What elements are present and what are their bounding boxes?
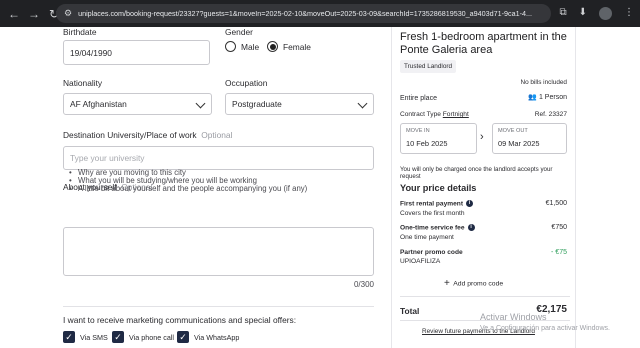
first-rental-sub: Covers the first month <box>400 210 465 217</box>
marketing-label: I want to receive marketing communicatio… <box>63 315 297 325</box>
move-out-box[interactable]: MOVE OUT 09 Mar 2025 <box>492 123 567 154</box>
site-info-icon[interactable]: ⚙ <box>64 8 72 19</box>
persons-count: 1 Person <box>538 94 567 101</box>
university-placeholder: Type your university <box>70 153 145 163</box>
via-phone-label: Via phone call <box>129 332 175 342</box>
divider <box>63 306 374 307</box>
windows-activation-watermark: Activar Windows Ve a Configuración para … <box>480 312 610 334</box>
about-hints: Why are you moving to this city What you… <box>69 168 307 194</box>
info-icon[interactable]: i <box>467 224 475 231</box>
contract-type-link[interactable]: Fortnight <box>443 111 469 118</box>
first-rental-label: First rental payment i <box>400 200 474 208</box>
back-arrow-icon[interactable]: ← <box>8 8 20 20</box>
first-rental-value: €1,500 <box>545 200 567 207</box>
nationality-select[interactable]: AF Afghanistan <box>63 93 212 115</box>
about-textarea[interactable] <box>63 227 374 276</box>
gender-male-label: Male <box>241 41 260 52</box>
via-phone-checkbox[interactable]: ✓ Via phone call <box>112 331 174 343</box>
nationality-label: Nationality <box>63 78 103 88</box>
via-whatsapp-label: Via WhatsApp <box>194 332 240 342</box>
gender-label: Gender <box>225 27 253 37</box>
move-out-value: 09 Mar 2025 <box>498 139 540 148</box>
forward-arrow-icon[interactable]: → <box>28 8 40 20</box>
charge-note: You will only be charged once the landlo… <box>400 166 553 180</box>
occupation-value: Postgraduate <box>232 99 282 109</box>
info-icon[interactable]: i <box>466 200 474 207</box>
downloads-icon[interactable]: ⬇ <box>579 7 587 20</box>
address-bar[interactable]: ⚙ uniplaces.com/booking-request/23327?gu… <box>56 4 551 23</box>
chevron-right-icon: › <box>480 131 484 143</box>
check-icon: ✓ <box>112 331 124 343</box>
entire-place-label: Entire place <box>400 95 437 102</box>
service-fee-label-text: One-time service fee <box>400 224 465 232</box>
price-details-title: Your price details <box>400 183 477 193</box>
trusted-landlord-badge: Trusted Landlord <box>400 60 457 73</box>
about-hint: A little bit about yourself and the peop… <box>69 185 307 194</box>
university-label: Destination University/Place of work Opt… <box>63 130 232 140</box>
contract-type: Contract Type Fortnight <box>400 111 469 118</box>
birthdate-label: Birthdate <box>63 27 97 37</box>
nationality-value: AF Afghanistan <box>70 99 127 109</box>
occupation-select[interactable]: Postgraduate <box>225 93 374 115</box>
watermark-line2: Ve a Configuración para activar Windows. <box>480 325 610 332</box>
university-input[interactable]: Type your university <box>63 146 374 170</box>
char-counter: 0/300 <box>353 280 374 289</box>
optional-tag: Optional <box>201 130 233 140</box>
add-promo-button[interactable]: + Add promo code <box>444 278 503 289</box>
contract-type-label: Contract Type <box>400 111 441 118</box>
check-icon: ✓ <box>177 331 189 343</box>
listing-title: Fresh 1-bedroom apartment in the Ponte G… <box>400 31 567 56</box>
via-sms-label: Via SMS <box>80 332 108 342</box>
chevron-down-icon <box>195 98 206 109</box>
person-icon: 👥 <box>528 94 538 101</box>
service-fee-sub: One time payment <box>400 234 454 241</box>
ref-number: Ref. 23327 <box>534 111 567 118</box>
divider <box>400 296 570 297</box>
bills-info: No bills included <box>520 79 567 86</box>
via-whatsapp-checkbox[interactable]: ✓ Via WhatsApp <box>177 331 239 343</box>
gender-female-radio[interactable]: Female <box>267 41 311 52</box>
first-rental-label-text: First rental payment <box>400 200 464 208</box>
promo-value: - €75 <box>551 249 567 256</box>
promo-code: UPIOAFILIZA <box>400 258 441 265</box>
move-in-box[interactable]: MOVE IN 10 Feb 2025 <box>400 123 477 154</box>
gender-male-radio[interactable]: Male <box>225 41 259 52</box>
watermark-line1: Activar Windows <box>480 312 547 322</box>
birthdate-input[interactable]: 19/04/1990 <box>63 40 210 65</box>
url-text: uniplaces.com/booking-request/23327?gues… <box>78 9 533 18</box>
service-fee-label: One-time service fee i <box>400 224 475 231</box>
university-label-text: Destination University/Place of work <box>63 130 197 140</box>
booking-form: Birthdate 19/04/1990 Gender Male Female … <box>0 27 385 348</box>
promo-label: Partner promo code <box>400 249 463 256</box>
check-icon: ✓ <box>63 331 75 343</box>
via-sms-checkbox[interactable]: ✓ Via SMS <box>63 331 108 343</box>
plus-icon: + <box>444 278 450 289</box>
gender-female-label: Female <box>283 41 311 52</box>
service-fee-value: €750 <box>551 224 567 231</box>
occupation-label: Occupation <box>225 78 268 88</box>
chevron-down-icon <box>357 98 368 109</box>
add-promo-label: Add promo code <box>453 280 504 288</box>
booking-summary-card: Fresh 1-bedroom apartment in the Ponte G… <box>391 27 576 348</box>
browser-toolbar: ← → ↻ ⚙ uniplaces.com/booking-request/23… <box>0 0 640 27</box>
persons-info: 👥 1 Person <box>528 93 567 101</box>
extensions-icon[interactable]: ⧉ <box>559 7 566 20</box>
move-in-label: MOVE IN <box>406 128 430 134</box>
radio-circle-icon <box>225 41 236 52</box>
profile-avatar[interactable] <box>599 7 612 20</box>
radio-selected-icon <box>267 41 278 52</box>
total-label: Total <box>400 306 420 316</box>
move-in-value: 10 Feb 2025 <box>406 139 448 148</box>
move-out-label: MOVE OUT <box>498 128 528 134</box>
menu-icon[interactable]: ⋮ <box>624 7 634 20</box>
